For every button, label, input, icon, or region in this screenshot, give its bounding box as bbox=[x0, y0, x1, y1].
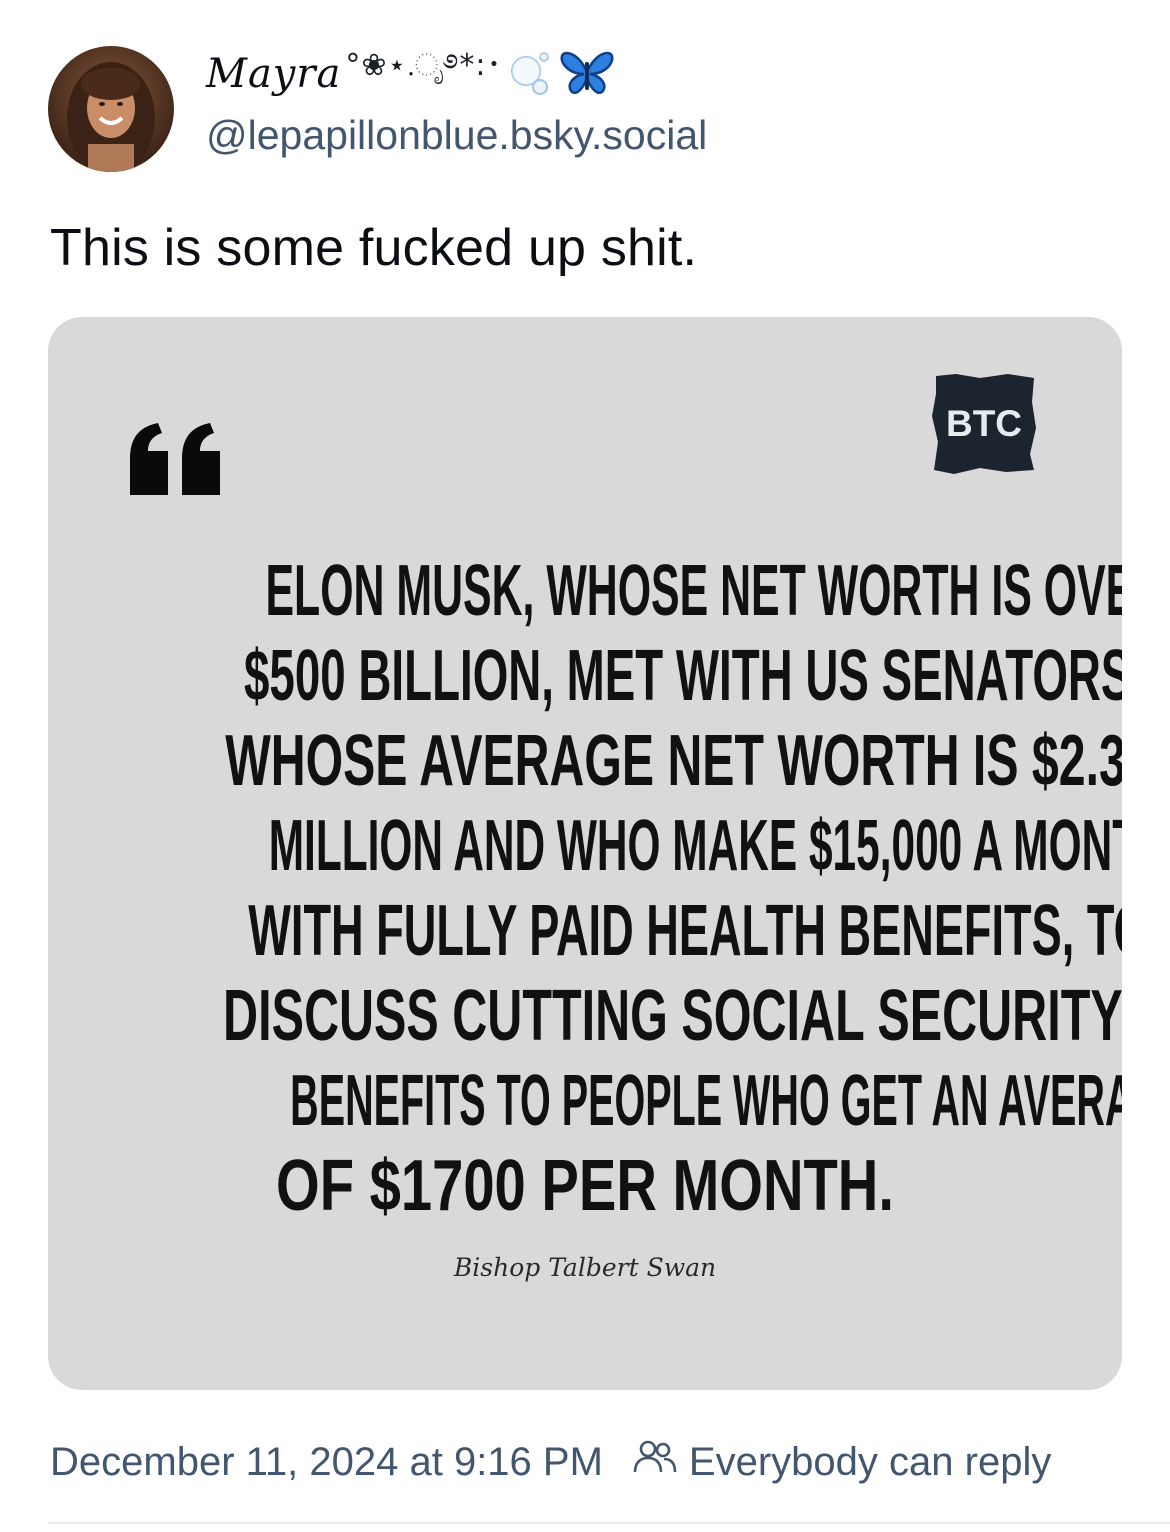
quote-line: OF $1700 PER MONTH. bbox=[276, 1146, 894, 1226]
quote-line: DISCUSS CUTTING SOCIAL SECURITY bbox=[223, 976, 1122, 1056]
post-header: Mayra °❀⋆.ೃ࿔*:･ @lepapillonblue.bsky.soc… bbox=[48, 46, 707, 172]
author-handle[interactable]: @lepapillonblue.bsky.social bbox=[206, 112, 707, 159]
quote-line: BENEFITS TO PEOPLE WHO GET AN AVERAGE bbox=[290, 1061, 1122, 1141]
display-name-text: Mayra bbox=[206, 51, 342, 97]
avatar-image bbox=[48, 46, 174, 172]
post: Mayra °❀⋆.ೃ࿔*:･ @lepapillonblue.bsky.soc… bbox=[0, 0, 1170, 1532]
quote-line: WHOSE AVERAGE NET WORTH IS $2.3 bbox=[225, 721, 1122, 801]
divider bbox=[48, 1522, 1170, 1524]
quote-line: ELON MUSK, WHOSE NET WORTH IS OVER bbox=[265, 551, 1122, 631]
btc-logo: BTC bbox=[930, 372, 1038, 476]
quote-text: ELON MUSK, WHOSE NET WORTH IS OVER $500 … bbox=[48, 549, 1122, 1229]
post-text: This is some fucked up shit. bbox=[50, 219, 698, 277]
avatar[interactable] bbox=[48, 46, 174, 172]
embedded-image[interactable]: BTC ELON MUSK, WHOSE NET WORTH IS OVER $… bbox=[48, 317, 1122, 1390]
post-timestamp[interactable]: December 11, 2024 at 9:16 PM bbox=[50, 1440, 603, 1485]
display-name-decoration: °❀⋆.ೃ࿔*:･ bbox=[345, 48, 503, 83]
butterfly-icon bbox=[558, 48, 616, 101]
author-names: Mayra °❀⋆.ೃ࿔*:･ @lepapillonblue.bsky.soc… bbox=[206, 46, 707, 159]
btc-logo-text: BTC bbox=[945, 403, 1023, 444]
display-name[interactable]: Mayra °❀⋆.ೃ࿔*:･ bbox=[206, 46, 707, 102]
quote-attribution: Bishop Talbert Swan bbox=[453, 1253, 717, 1282]
quote-line: MILLION AND WHO MAKE $15,000 A MONTH bbox=[268, 806, 1122, 886]
people-icon bbox=[633, 1438, 677, 1486]
open-quote-icon bbox=[128, 421, 226, 502]
reply-setting[interactable]: Everybody can reply bbox=[689, 1440, 1051, 1485]
bubbles-icon bbox=[508, 49, 552, 100]
quote-line: $500 BILLION, MET WITH US SENATORS, bbox=[244, 636, 1122, 716]
post-footer: December 11, 2024 at 9:16 PM Everybody c… bbox=[50, 1438, 1051, 1486]
quote-line: WITH FULLY PAID HEALTH BENEFITS, TO bbox=[248, 891, 1122, 971]
